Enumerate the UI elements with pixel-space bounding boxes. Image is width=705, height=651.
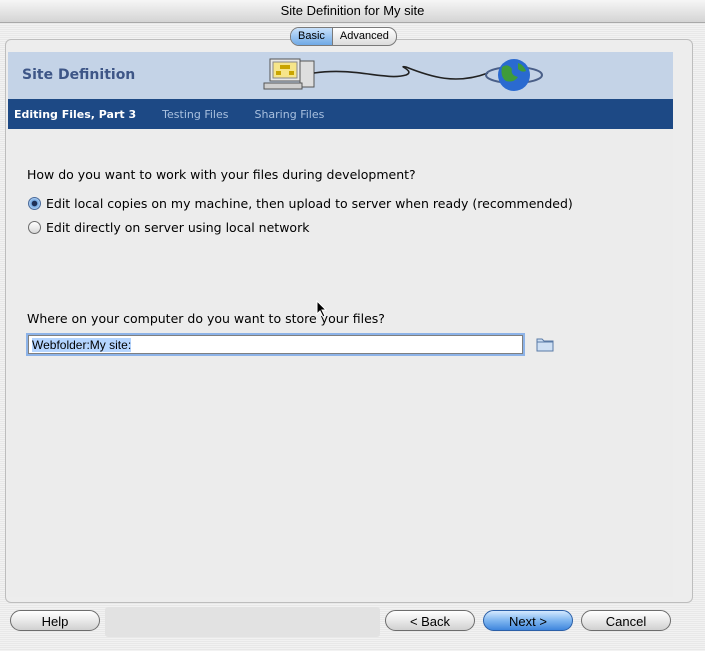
tab-bar: Basic Advanced (290, 27, 397, 46)
network-illustration (263, 58, 543, 91)
question-work-mode: How do you want to work with your files … (27, 167, 416, 182)
next-button[interactable]: Next > (483, 610, 573, 631)
button-bar-spacer (105, 607, 380, 637)
step-testing: Testing Files (162, 107, 229, 121)
question-local-folder: Where on your computer do you want to st… (27, 311, 385, 326)
option-edit-server-label: Edit directly on server using local netw… (46, 220, 310, 235)
globe-icon (485, 59, 543, 91)
tab-advanced[interactable]: Advanced (333, 28, 396, 45)
help-button[interactable]: Help (10, 610, 100, 631)
window-title: Site Definition for My site (0, 0, 705, 23)
option-edit-local[interactable]: Edit local copies on my machine, then up… (28, 196, 573, 211)
cancel-button[interactable]: Cancel (581, 610, 671, 631)
tab-basic[interactable]: Basic (291, 28, 333, 45)
step-current: Editing Files, Part 3 (14, 107, 137, 121)
folder-icon[interactable] (536, 336, 554, 352)
step-bar: Editing Files, Part 3 Testing Files Shar… (8, 99, 673, 129)
radio-unselected-icon[interactable] (28, 221, 41, 234)
local-folder-input[interactable]: Webfolder:My site: (28, 335, 523, 354)
computer-icon (263, 58, 315, 90)
step-sharing: Sharing Files (254, 107, 325, 121)
option-edit-server[interactable]: Edit directly on server using local netw… (28, 220, 309, 235)
page-title: Site Definition (22, 67, 136, 83)
radio-selected-icon[interactable] (28, 197, 41, 210)
mouse-pointer-icon (316, 300, 328, 318)
back-button[interactable]: < Back (385, 610, 475, 631)
option-edit-local-label: Edit local copies on my machine, then up… (46, 196, 573, 211)
wizard-header: Site Definition (8, 52, 673, 99)
local-folder-value: Webfolder:My site: (32, 338, 132, 352)
